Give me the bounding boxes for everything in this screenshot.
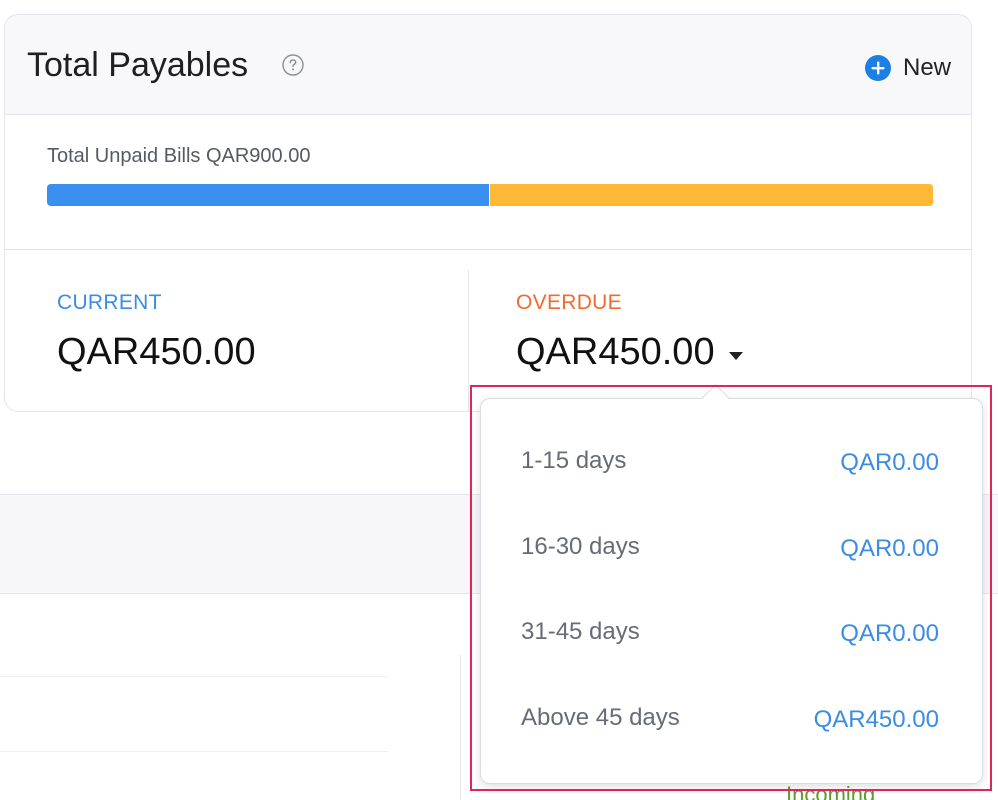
section-divider — [5, 249, 971, 250]
aging-range: 16-30 days — [521, 533, 640, 560]
aging-amount[interactable]: QAR0.00 — [840, 620, 939, 648]
aging-row[interactable]: 31-45 days QAR0.00 — [481, 614, 982, 654]
aging-range: Above 45 days — [521, 704, 680, 731]
question-circle-icon[interactable] — [282, 54, 304, 76]
aging-amount[interactable]: QAR450.00 — [814, 706, 939, 734]
overdue-amount: QAR450.00 — [516, 331, 715, 373]
background-column-divider — [460, 655, 461, 800]
current-amount: QAR450.00 — [57, 331, 256, 373]
column-divider — [468, 270, 469, 411]
aging-row[interactable]: 16-30 days QAR0.00 — [481, 529, 982, 569]
aging-row[interactable]: 1-15 days QAR0.00 — [481, 443, 982, 483]
aging-range: 31-45 days — [521, 618, 640, 645]
aging-amount[interactable]: QAR0.00 — [840, 449, 939, 477]
current-portion-bar — [47, 184, 490, 206]
caret-down-icon — [728, 351, 743, 360]
aging-row[interactable]: Above 45 days QAR450.00 — [481, 700, 982, 740]
overdue-portion-bar — [490, 184, 933, 206]
page: Incoming Total Payables New Total Unpaid… — [0, 0, 998, 800]
aging-range: 1-15 days — [521, 447, 627, 474]
background-row-divider — [0, 751, 388, 752]
plus-circle-icon — [864, 55, 891, 81]
current-label: CURRENT — [57, 291, 162, 314]
new-bill-button[interactable]: New — [864, 53, 951, 83]
overdue-amount-dropdown[interactable]: QAR450.00 — [516, 331, 743, 374]
aging-amount[interactable]: QAR0.00 — [840, 535, 939, 563]
overdue-aging-popover: 1-15 days QAR0.00 16-30 days QAR0.00 31-… — [480, 398, 983, 784]
total-payables-card: Total Payables New Total Unpaid Bills QA… — [4, 14, 972, 412]
background-row-divider — [0, 676, 388, 677]
new-button-label: New — [902, 54, 951, 81]
card-title: Total Payables — [27, 46, 249, 84]
total-unpaid-bills-label: Total Unpaid Bills QAR900.00 — [47, 145, 311, 167]
incoming-label: Incoming — [786, 782, 876, 800]
overdue-label: OVERDUE — [516, 291, 622, 314]
card-header: Total Payables New — [5, 15, 971, 115]
unpaid-bills-progress-bar — [47, 184, 933, 206]
